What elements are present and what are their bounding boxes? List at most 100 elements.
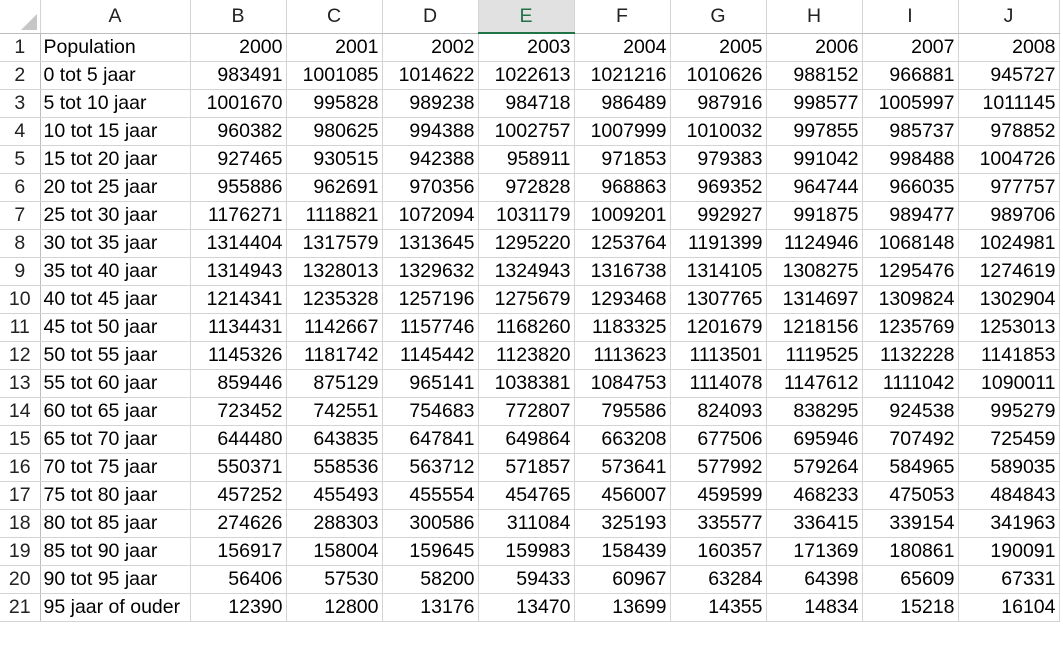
cell-value[interactable]: 16104 <box>958 593 1060 622</box>
row-header[interactable]: 19 <box>0 537 41 566</box>
cell-population-label[interactable]: Population <box>40 33 191 62</box>
cell-year-header[interactable]: 2008 <box>958 33 1060 62</box>
cell-value[interactable]: 1201679 <box>670 313 767 342</box>
cell-age-group[interactable]: 40 tot 45 jaar <box>40 285 191 314</box>
cell-value[interactable]: 13470 <box>478 593 575 622</box>
cell-age-group[interactable]: 60 tot 65 jaar <box>40 397 191 426</box>
row-header[interactable]: 13 <box>0 369 41 398</box>
cell-value[interactable]: 985737 <box>862 117 959 146</box>
select-all-corner[interactable] <box>0 0 41 34</box>
cell-value[interactable]: 924538 <box>862 397 959 426</box>
cell-value[interactable]: 584965 <box>862 453 959 482</box>
cell-value[interactable]: 1142667 <box>286 313 383 342</box>
cell-value[interactable]: 14355 <box>670 593 767 622</box>
cell-value[interactable]: 983491 <box>190 61 287 90</box>
cell-value[interactable]: 1118821 <box>286 201 383 230</box>
cell-value[interactable]: 1253764 <box>574 229 671 258</box>
cell-value[interactable]: 1007999 <box>574 117 671 146</box>
cell-age-group[interactable]: 55 tot 60 jaar <box>40 369 191 398</box>
row-header[interactable]: 21 <box>0 593 41 622</box>
cell-value[interactable]: 65609 <box>862 565 959 594</box>
cell-value[interactable]: 772807 <box>478 397 575 426</box>
cell-value[interactable]: 987916 <box>670 89 767 118</box>
cell-value[interactable]: 1191399 <box>670 229 767 258</box>
cell-value[interactable]: 1329632 <box>382 257 479 286</box>
cell-value[interactable]: 58200 <box>382 565 479 594</box>
cell-value[interactable]: 978852 <box>958 117 1060 146</box>
cell-value[interactable]: 160357 <box>670 537 767 566</box>
cell-age-group[interactable]: 90 tot 95 jaar <box>40 565 191 594</box>
cell-value[interactable]: 994388 <box>382 117 479 146</box>
cell-value[interactable]: 875129 <box>286 369 383 398</box>
cell-value[interactable]: 1014622 <box>382 61 479 90</box>
cell-value[interactable]: 325193 <box>574 509 671 538</box>
cell-value[interactable]: 955886 <box>190 173 287 202</box>
cell-value[interactable]: 1114078 <box>670 369 767 398</box>
cell-value[interactable]: 1084753 <box>574 369 671 398</box>
cell-value[interactable]: 1011145 <box>958 89 1060 118</box>
cell-value[interactable]: 988152 <box>766 61 863 90</box>
row-header[interactable]: 15 <box>0 425 41 454</box>
cell-value[interactable]: 971853 <box>574 145 671 174</box>
row-header[interactable]: 9 <box>0 257 41 286</box>
cell-value[interactable]: 930515 <box>286 145 383 174</box>
cell-value[interactable]: 457252 <box>190 481 287 510</box>
row-header[interactable]: 8 <box>0 229 41 258</box>
cell-value[interactable]: 677506 <box>670 425 767 454</box>
cell-value[interactable]: 960382 <box>190 117 287 146</box>
cell-value[interactable]: 972828 <box>478 173 575 202</box>
cell-value[interactable]: 1005997 <box>862 89 959 118</box>
cell-value[interactable]: 1001670 <box>190 89 287 118</box>
cell-value[interactable]: 12390 <box>190 593 287 622</box>
row-header[interactable]: 10 <box>0 285 41 314</box>
cell-value[interactable]: 1293468 <box>574 285 671 314</box>
cell-value[interactable]: 558536 <box>286 453 383 482</box>
row-header[interactable]: 12 <box>0 341 41 370</box>
cell-value[interactable]: 1313645 <box>382 229 479 258</box>
cell-value[interactable]: 989477 <box>862 201 959 230</box>
cell-value[interactable]: 723452 <box>190 397 287 426</box>
cell-value[interactable]: 1314404 <box>190 229 287 258</box>
cell-value[interactable]: 1328013 <box>286 257 383 286</box>
cell-value[interactable]: 67331 <box>958 565 1060 594</box>
cell-value[interactable]: 754683 <box>382 397 479 426</box>
cell-value[interactable]: 550371 <box>190 453 287 482</box>
cell-value[interactable]: 336415 <box>766 509 863 538</box>
cell-value[interactable]: 1124946 <box>766 229 863 258</box>
cell-value[interactable]: 288303 <box>286 509 383 538</box>
column-header-a[interactable]: A <box>40 0 191 34</box>
cell-year-header[interactable]: 2003 <box>478 33 575 62</box>
cell-value[interactable]: 824093 <box>670 397 767 426</box>
cell-year-header[interactable]: 2006 <box>766 33 863 62</box>
cell-value[interactable]: 484843 <box>958 481 1060 510</box>
cell-value[interactable]: 1274619 <box>958 257 1060 286</box>
cell-value[interactable]: 979383 <box>670 145 767 174</box>
cell-value[interactable]: 1031179 <box>478 201 575 230</box>
column-header-h[interactable]: H <box>766 0 863 34</box>
cell-value[interactable]: 1214341 <box>190 285 287 314</box>
cell-value[interactable]: 1090011 <box>958 369 1060 398</box>
cell-value[interactable]: 1145326 <box>190 341 287 370</box>
column-header-j[interactable]: J <box>958 0 1060 34</box>
cell-value[interactable]: 725459 <box>958 425 1060 454</box>
cell-age-group[interactable]: 10 tot 15 jaar <box>40 117 191 146</box>
cell-value[interactable]: 1218156 <box>766 313 863 342</box>
cell-value[interactable]: 454765 <box>478 481 575 510</box>
row-header[interactable]: 4 <box>0 117 41 146</box>
cell-age-group[interactable]: 45 tot 50 jaar <box>40 313 191 342</box>
cell-value[interactable]: 1134431 <box>190 313 287 342</box>
cell-value[interactable]: 274626 <box>190 509 287 538</box>
cell-value[interactable]: 158004 <box>286 537 383 566</box>
cell-value[interactable]: 707492 <box>862 425 959 454</box>
cell-value[interactable]: 573641 <box>574 453 671 482</box>
cell-value[interactable]: 644480 <box>190 425 287 454</box>
cell-value[interactable]: 977757 <box>958 173 1060 202</box>
cell-value[interactable]: 60967 <box>574 565 671 594</box>
cell-value[interactable]: 1257196 <box>382 285 479 314</box>
cell-value[interactable]: 300586 <box>382 509 479 538</box>
row-header[interactable]: 1 <box>0 33 41 62</box>
cell-age-group[interactable]: 30 tot 35 jaar <box>40 229 191 258</box>
cell-age-group[interactable]: 25 tot 30 jaar <box>40 201 191 230</box>
cell-value[interactable]: 156917 <box>190 537 287 566</box>
cell-value[interactable]: 998577 <box>766 89 863 118</box>
